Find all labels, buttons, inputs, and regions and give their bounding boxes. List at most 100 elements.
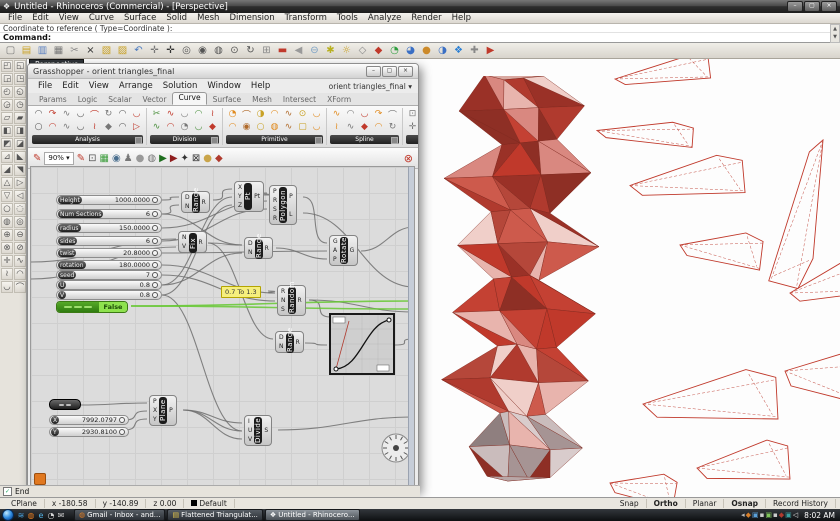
side-tool-icon[interactable]: ▱ <box>1 112 13 124</box>
origin-param-pill[interactable] <box>49 399 81 410</box>
side-tool-icon[interactable]: ◷ <box>14 99 26 111</box>
toolbar-icon[interactable]: ◀ <box>291 44 306 58</box>
gh-menu-window[interactable]: Window <box>203 81 245 91</box>
side-tool-icon[interactable]: ◍ <box>1 216 13 228</box>
menu-edit[interactable]: Edit <box>28 13 52 23</box>
canvas-tool-icon[interactable]: ⊡ <box>88 153 96 164</box>
component-icon[interactable]: ⊡ <box>406 108 419 120</box>
output-port[interactable]: G <box>350 247 355 254</box>
output-port[interactable]: P <box>289 193 293 200</box>
input-port[interactable]: Y <box>153 416 157 423</box>
menu-analyze[interactable]: Analyze <box>364 13 406 23</box>
status-snap[interactable]: Snap <box>613 499 647 508</box>
taskbar-clock[interactable]: 8:02 AM <box>804 511 835 520</box>
slider-v[interactable]: V0.8 <box>56 290 162 300</box>
side-tool-icon[interactable]: ◵ <box>14 86 26 98</box>
component-icon[interactable]: ◡ <box>178 108 191 120</box>
component-icon[interactable]: ◆ <box>102 121 115 133</box>
side-tool-icon[interactable]: ✛ <box>1 255 13 267</box>
toolbar-icon[interactable]: ↶ <box>131 44 146 58</box>
menu-surface[interactable]: Surface <box>120 13 160 23</box>
input-port[interactable]: D <box>185 194 190 201</box>
input-port[interactable]: V <box>248 436 252 443</box>
component-icon[interactable]: ∿ <box>60 108 73 120</box>
input-port[interactable]: Y <box>238 193 242 200</box>
status-z-[interactable]: z 0.00 <box>146 499 184 508</box>
canvas-tool-icon[interactable]: ◍ <box>147 153 156 164</box>
toolbar-icon[interactable]: ✱ <box>323 44 338 58</box>
input-port[interactable]: N <box>279 343 284 350</box>
component-icon[interactable]: ∿ <box>344 121 357 133</box>
side-tool-icon[interactable]: ▽ <box>1 190 13 202</box>
tray-icon[interactable]: ▣ <box>752 511 760 519</box>
node-rotate[interactable]: GAPRotateG <box>329 235 358 266</box>
tray-icon[interactable]: ▣ <box>765 511 773 519</box>
input-port[interactable]: N <box>182 234 187 241</box>
input-port[interactable]: D <box>248 240 253 247</box>
maximize-button[interactable]: ▢ <box>804 1 820 12</box>
side-tool-icon[interactable]: ⊗ <box>1 242 13 254</box>
tab-intersect[interactable]: Intersect <box>278 95 321 105</box>
gh-menu-arrange[interactable]: Arrange <box>115 81 157 91</box>
node-random[interactable]: RNSRandomR <box>277 285 306 316</box>
menu-render[interactable]: Render <box>407 13 445 23</box>
side-tool-icon[interactable]: ◳ <box>14 73 26 85</box>
side-tool-icon[interactable]: ◌ <box>14 203 26 215</box>
component-icon[interactable]: ◠ <box>116 121 129 133</box>
slider-radius[interactable]: radius150.0000 <box>56 223 162 233</box>
side-tool-icon[interactable]: ◡ <box>1 281 13 293</box>
menu-solid[interactable]: Solid <box>162 13 191 23</box>
side-tool-icon[interactable]: ◎ <box>14 216 26 228</box>
component-icon[interactable]: ◡ <box>310 121 323 133</box>
side-tool-icon[interactable]: ◱ <box>14 60 26 72</box>
toolbar-icon[interactable]: ▥ <box>35 44 50 58</box>
input-port[interactable]: N <box>248 249 253 256</box>
menu-tools[interactable]: Tools <box>333 13 362 23</box>
toolbar-icon[interactable]: ✛ <box>147 44 162 58</box>
component-icon[interactable]: ◠ <box>164 121 177 133</box>
command-scrollbar[interactable]: ▲▼ <box>830 24 840 43</box>
slider-rotation[interactable]: rotation180.0000 <box>56 260 162 270</box>
slider-sides[interactable]: sides6 <box>56 236 162 246</box>
toolbar-icon[interactable]: ▢ <box>3 44 18 58</box>
toolbar-icon[interactable]: ✛ <box>163 44 178 58</box>
gh-maximize-button[interactable]: ▢ <box>382 66 397 77</box>
canvas-vertical-scrollbar[interactable] <box>408 167 414 488</box>
output-port[interactable]: R <box>199 239 203 246</box>
toolbar-icon[interactable]: ▶ <box>483 44 498 58</box>
component-icon[interactable]: ◔ <box>178 121 191 133</box>
component-icon[interactable]: ○ <box>32 121 45 133</box>
canvas-tool-icon[interactable]: ♟ <box>124 153 133 164</box>
canvas-tool-icon[interactable]: ✦ <box>181 153 189 164</box>
canvas-tool-icon[interactable]: ◉ <box>112 153 121 164</box>
component-icon[interactable]: ↻ <box>102 108 115 120</box>
menu-curve[interactable]: Curve <box>85 13 118 23</box>
input-port[interactable]: P <box>153 398 157 405</box>
component-icon[interactable]: ◡ <box>192 121 205 133</box>
toolbar-icon[interactable]: ◑ <box>435 44 450 58</box>
slider-grip[interactable] <box>152 225 158 231</box>
component-icon[interactable]: ∿ <box>150 121 163 133</box>
component-icon[interactable]: ∿ <box>282 121 295 133</box>
quick-launch-icon[interactable]: ≋ <box>16 511 26 520</box>
input-port[interactable]: X <box>153 407 157 414</box>
side-tool-icon[interactable]: ◶ <box>1 99 13 111</box>
side-tool-icon[interactable]: ⌒ <box>14 281 26 293</box>
component-icon[interactable]: ◡ <box>358 108 371 120</box>
node-plane[interactable]: PXYPlaneP <box>149 395 177 426</box>
component-icon[interactable]: ⌒ <box>240 108 253 120</box>
menu-transform[interactable]: Transform <box>281 13 331 23</box>
side-tool-icon[interactable]: ◧ <box>1 125 13 137</box>
component-icon[interactable]: ◔ <box>226 108 239 120</box>
canvas-tool-icon[interactable]: ● <box>136 153 145 164</box>
toolbar-icon[interactable]: ✂ <box>67 44 82 58</box>
component-icon[interactable]: ∿ <box>164 108 177 120</box>
slider-twist[interactable]: twist20.8000 <box>56 248 162 258</box>
slider-num-sections[interactable]: Num Sections6 <box>56 209 162 219</box>
component-icon[interactable]: ≀ <box>88 121 101 133</box>
toolbar-icon[interactable]: ❖ <box>451 44 466 58</box>
tray-icon[interactable]: ▣ <box>785 511 793 519</box>
toolbar-icon[interactable]: ▦ <box>51 44 66 58</box>
canvas-tool-icon[interactable]: ▶ <box>159 153 167 164</box>
start-button[interactable] <box>2 509 14 521</box>
